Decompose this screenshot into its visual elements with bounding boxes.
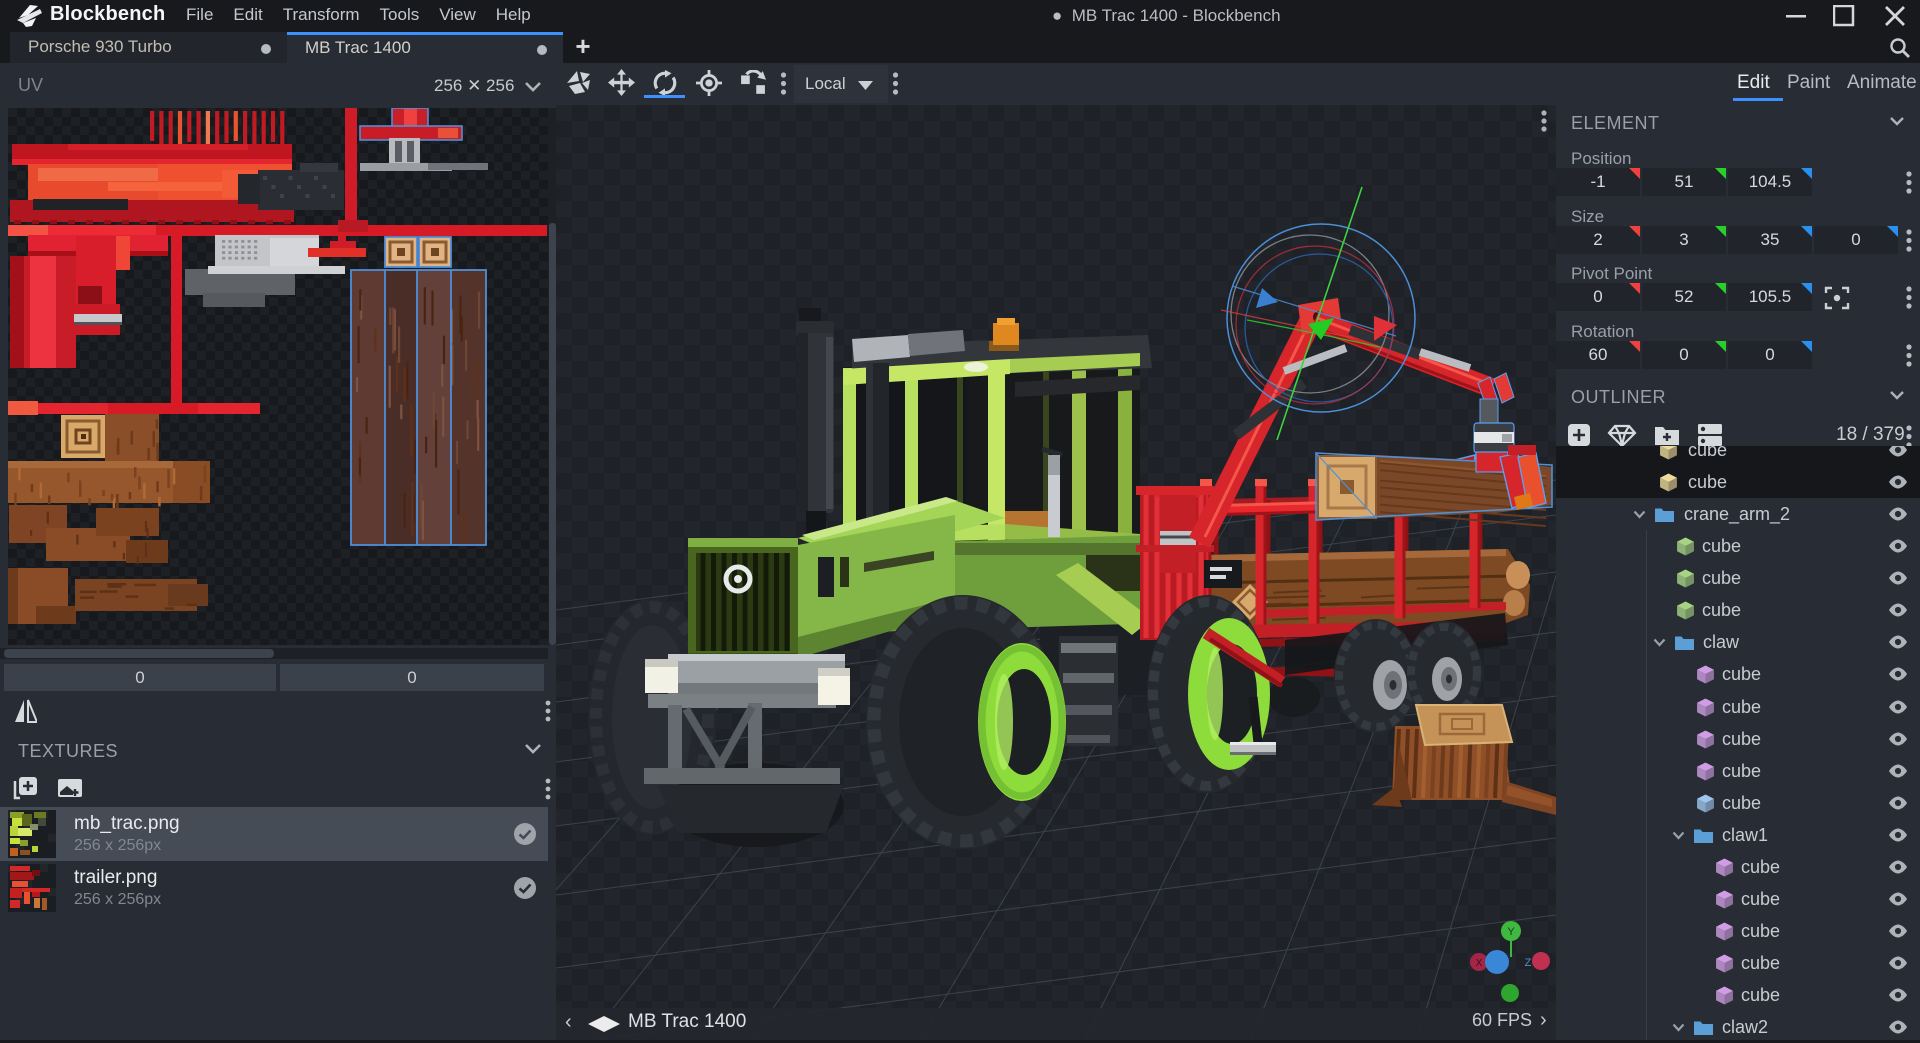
svg-text:Y: Y [1507,926,1515,938]
svg-text:X: X [1476,958,1483,969]
svg-text:Z: Z [1525,957,1532,969]
